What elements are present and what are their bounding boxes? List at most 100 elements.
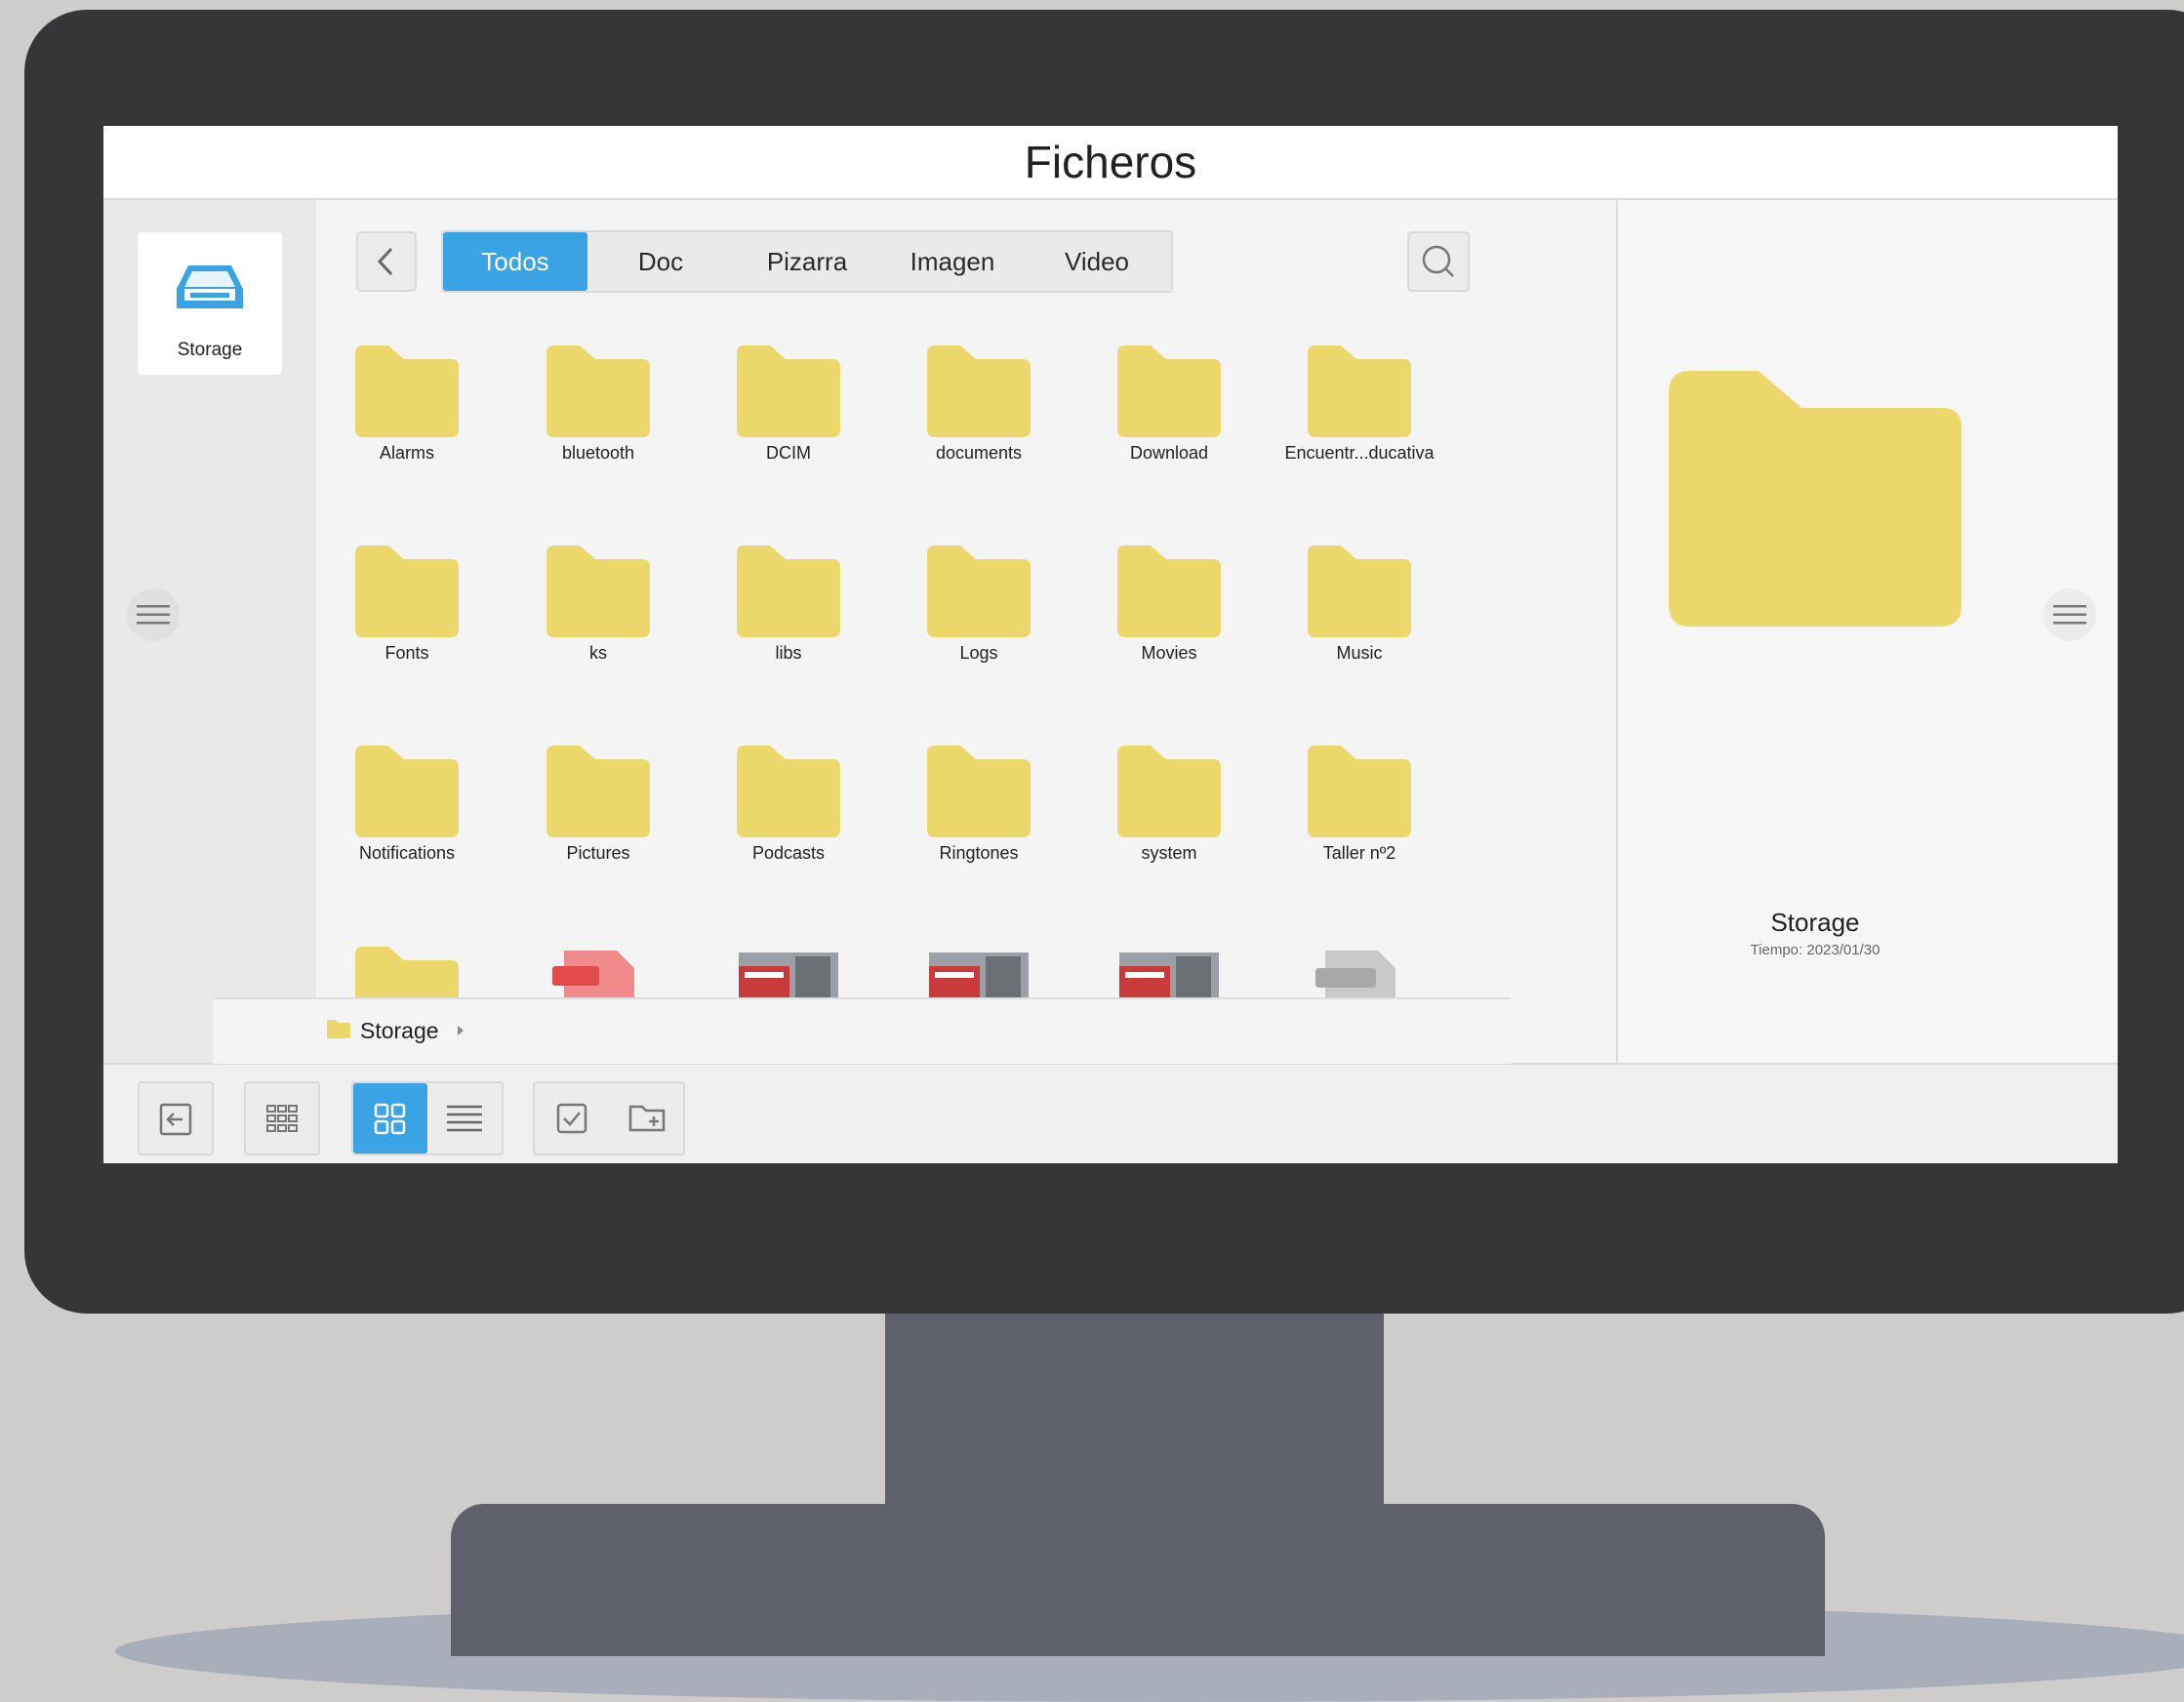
tab-todos[interactable]: Todos [443, 232, 587, 291]
exit-button[interactable] [138, 1081, 214, 1155]
folder-icon [546, 345, 650, 437]
image-file-item[interactable] [701, 947, 876, 999]
folder-item[interactable]: documents [891, 345, 1067, 464]
folder-item[interactable]: Music [1272, 546, 1447, 664]
window-title: Ficheros [103, 126, 2118, 200]
select-button[interactable] [535, 1083, 609, 1154]
unknown-file-icon [1315, 951, 1395, 999]
tab-imagen[interactable]: Imagen [880, 232, 1025, 291]
folder-icon [327, 1020, 350, 1038]
right-menu-button[interactable] [2043, 588, 2096, 641]
actions-group [533, 1081, 685, 1155]
tab-pizarra[interactable]: Pizarra [734, 232, 880, 291]
folder-item[interactable]: Notifications [319, 746, 495, 864]
new-folder-button[interactable] [611, 1083, 685, 1154]
folder-name: Fonts [384, 643, 429, 663]
breadcrumb-storage[interactable]: Storage [360, 1018, 439, 1044]
folder-name: Logs [959, 643, 998, 663]
folder-icon [737, 546, 840, 637]
folder-name: libs [775, 643, 802, 663]
file-grid: Alarms bluetooth DCIM documents Download Encu… [213, 322, 1511, 999]
folder-item[interactable]: Taller nº2 [1272, 746, 1447, 864]
left-menu-button[interactable] [127, 588, 180, 641]
menu-icon [2053, 605, 2086, 625]
list-view-icon [447, 1105, 482, 1132]
folder-icon [355, 746, 459, 837]
folder-icon [927, 746, 1031, 837]
pdf-file-item[interactable] [510, 947, 686, 999]
monitor-base [451, 1504, 1825, 1656]
image-file-item[interactable] [1081, 947, 1257, 999]
folder-name: Pictures [566, 843, 630, 863]
folder-icon [1117, 746, 1221, 837]
folder-icon [1308, 546, 1411, 637]
preview-name: Storage [1770, 908, 1860, 937]
folder-item[interactable]: ks [510, 546, 686, 664]
grid-view-button[interactable] [353, 1083, 427, 1154]
chevron-right-icon [458, 1026, 464, 1035]
folder-icon [1117, 546, 1221, 637]
folder-icon [355, 947, 459, 999]
unknown-file-item[interactable] [1272, 947, 1447, 999]
list-view-button[interactable] [429, 1083, 504, 1154]
image-file-item[interactable] [891, 947, 1067, 999]
exit-icon [159, 1103, 192, 1136]
search-button[interactable] [1407, 231, 1470, 292]
folder-icon [355, 345, 459, 437]
folder-item[interactable]: Movies [1081, 546, 1257, 664]
apps-grid-icon [266, 1105, 298, 1132]
folder-icon [927, 546, 1031, 637]
checkbox-icon [556, 1103, 587, 1134]
folder-name: system [1141, 843, 1197, 863]
folder-name: Podcasts [751, 843, 826, 863]
folder-icon [737, 345, 840, 437]
folder-item[interactable]: Alarms [319, 345, 495, 464]
folder-item[interactable]: Podcasts [701, 746, 876, 864]
folder-icon [546, 746, 650, 837]
folder-item[interactable]: Encuentr...ducativa [1272, 345, 1447, 464]
image-thumbnail-icon [1119, 952, 1219, 999]
folder-name: Ringtones [939, 843, 1019, 863]
folder-name: ks [589, 643, 607, 663]
preview-folder-icon [1669, 371, 1962, 627]
pdf-file-icon [552, 951, 634, 999]
folder-name: Notifications [358, 843, 456, 863]
folder-item[interactable]: system [1081, 746, 1257, 864]
folder-name: documents [935, 443, 1023, 463]
folder-item[interactable]: Pictures [510, 746, 686, 864]
tab-doc[interactable]: Doc [587, 232, 734, 291]
folder-name: Alarms [379, 443, 434, 463]
folder-item[interactable] [319, 947, 495, 999]
folder-icon [927, 345, 1031, 437]
folder-icon [1308, 345, 1411, 437]
new-folder-icon [628, 1105, 666, 1132]
folder-item[interactable]: libs [701, 546, 876, 664]
folder-item[interactable]: Fonts [319, 546, 495, 664]
preview-time: Tiempo: 2023/01/30 [1750, 942, 1881, 958]
folder-name: Movies [1141, 643, 1197, 663]
view-toggle [351, 1081, 504, 1155]
folder-icon [1117, 345, 1221, 437]
folder-icon [1308, 746, 1411, 837]
chevron-left-icon [377, 247, 393, 276]
folder-name: bluetooth [561, 443, 635, 463]
folder-name: Encuentr...ducativa [1284, 443, 1435, 463]
back-button[interactable] [356, 231, 417, 292]
folder-name: DCIM [766, 443, 811, 463]
folder-name: Taller nº2 [1322, 843, 1396, 863]
folder-item[interactable]: Ringtones [891, 746, 1067, 864]
folder-name: Download [1129, 443, 1209, 463]
folder-icon [546, 546, 650, 637]
folder-item[interactable]: Logs [891, 546, 1067, 664]
folder-icon [737, 746, 840, 837]
apps-button[interactable] [244, 1081, 320, 1155]
folder-item[interactable]: DCIM [701, 345, 876, 464]
category-tabs: Todos Doc Pizarra Imagen Video [441, 230, 1173, 293]
folder-item[interactable]: bluetooth [510, 345, 686, 464]
storage-drive-icon [177, 265, 243, 308]
grid-view-icon [374, 1103, 406, 1135]
image-thumbnail-icon [739, 952, 838, 999]
monitor-neck [885, 1312, 1384, 1507]
tab-video[interactable]: Video [1025, 232, 1169, 291]
folder-item[interactable]: Download [1081, 345, 1257, 464]
